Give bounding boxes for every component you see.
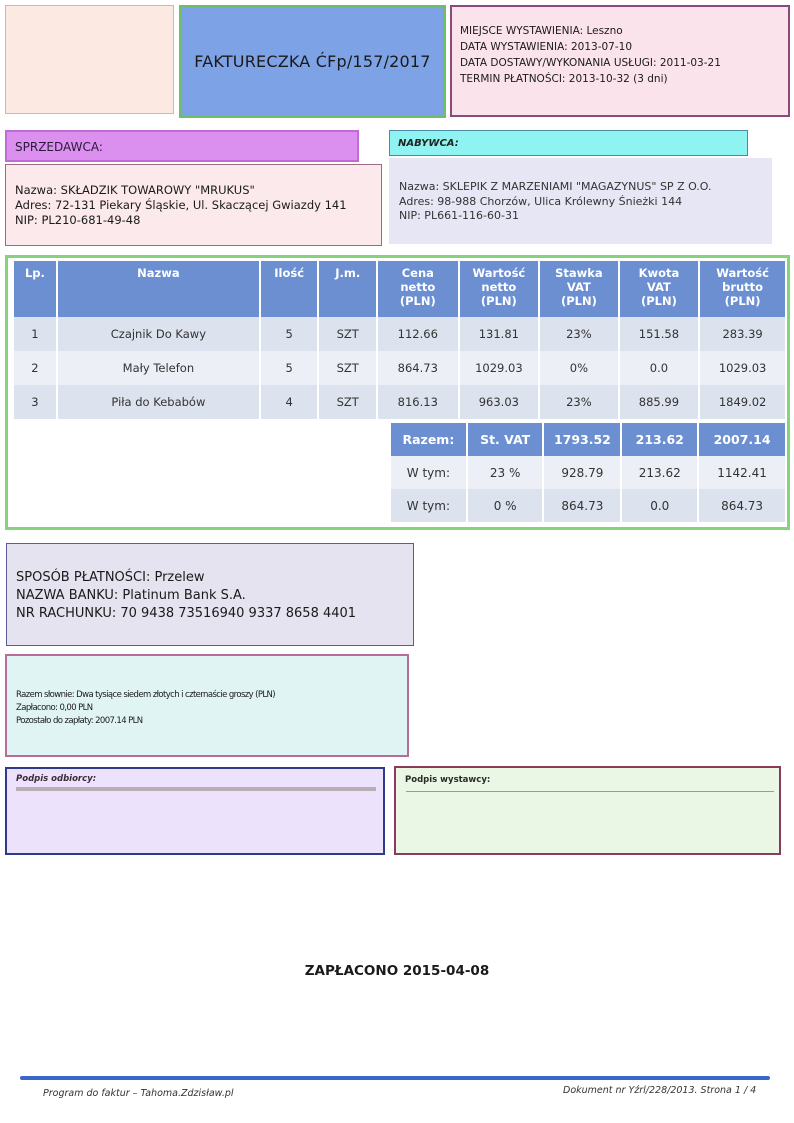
seller-heading: SPRZEDAWCA: — [5, 130, 359, 162]
summary-total-row: Razem: St. VAT 1793.52 213.62 2007.14 — [389, 423, 785, 456]
issuer-signature-line — [406, 791, 774, 792]
cell-vat-amount: 885.99 — [617, 385, 700, 419]
recipient-signature-label: Podpis odbiorcy: — [16, 774, 97, 784]
summary-label: Razem: — [389, 423, 467, 456]
recipient-signature-line — [16, 787, 376, 791]
header-qty: Ilość — [258, 261, 319, 317]
header-unit: J.m. — [317, 261, 378, 317]
table-row: 3 Piła do Kebabów 4 SZT 816.13 963.03 23… — [12, 385, 785, 419]
summary-vat-rate: 23 % — [465, 456, 544, 489]
cell-unit: SZT — [317, 351, 378, 385]
cell-name: Mały Telefon — [55, 351, 260, 385]
table-row: 2 Mały Telefon 5 SZT 864.73 1029.03 0% 0… — [12, 351, 785, 385]
header-name: Nazwa — [55, 261, 260, 317]
amount-in-words-box: Razem słownie: Dwa tysiące siedem złotyc… — [5, 654, 409, 757]
payment-due: TERMIN PŁATNOŚCI: 2013-10-32 (3 dni) — [460, 73, 668, 85]
cell-net-price: 112.66 — [376, 317, 459, 351]
cell-qty: 5 — [258, 351, 319, 385]
items-header-row: Lp. Nazwa Ilość J.m. Cena netto (PLN) Wart… — [12, 261, 785, 317]
cell-gross-value: 1029.03 — [698, 351, 785, 385]
summary-label: W tym: — [389, 456, 467, 489]
cell-vat-rate: 23% — [538, 317, 619, 351]
cell-net-price: 816.13 — [376, 385, 459, 419]
cell-vat-amount: 151.58 — [617, 317, 700, 351]
issuer-signature-label: Podpis wystawcy: — [405, 775, 491, 785]
cell-lp: 3 — [12, 385, 57, 419]
amount-in-words: Razem słownie: Dwa tysiące siedem złotyc… — [16, 690, 276, 700]
summary-row: W tym: 23 % 928.79 213.62 1142.41 — [389, 456, 785, 489]
cell-gross-value: 1849.02 — [698, 385, 785, 419]
summary-gross: 1142.41 — [697, 456, 785, 489]
issue-date: DATA WYSTAWIENIA: 2013-07-10 — [460, 41, 633, 53]
cell-net-price: 864.73 — [376, 351, 459, 385]
footer-document-number: Dokument nr Yźrl/228/2013. Strona 1 / 4 — [563, 1085, 757, 1096]
buyer-address: Adres: 98-988 Chorzów, Ulica Królewny Śn… — [399, 194, 683, 208]
buyer-nip: NIP: PL661-116-60-31 — [399, 209, 519, 222]
cell-name: Czajnik Do Kawy — [55, 317, 260, 351]
cell-unit: SZT — [317, 317, 378, 351]
bank-name: NAZWA BANKU: Platinum Bank S.A. — [16, 588, 246, 603]
cell-qty: 4 — [258, 385, 319, 419]
cell-net-value: 1029.03 — [457, 351, 540, 385]
buyer-heading: NABYWCA: — [389, 130, 748, 156]
issue-place: MIEJSCE WYSTAWIENIA: Leszno — [460, 25, 623, 37]
summary-vat: 0.0 — [620, 489, 699, 522]
header-gross-value: Wartość brutto (PLN) — [698, 261, 785, 317]
cell-net-value: 131.81 — [457, 317, 540, 351]
delivery-date: DATA DOSTAWY/WYKONANIA USŁUGI: 2011-03-2… — [460, 57, 721, 69]
header-vat-rate: Stawka VAT (PLN) — [538, 261, 619, 317]
issuer-signature-box: Podpis wystawcy: — [394, 766, 781, 855]
cell-vat-rate: 0% — [538, 351, 619, 385]
seller-details: Nazwa: SKŁADZIK TOWAROWY "MRUKUS" Adres:… — [5, 164, 382, 246]
cell-lp: 1 — [12, 317, 57, 351]
payment-method: SPOSÓB PŁATNOŚCI: Przelew — [16, 570, 205, 585]
seller-nip: NIP: PL210-681-49-48 — [15, 213, 141, 227]
summary-row: W tym: 0 % 864.73 0.0 864.73 — [389, 489, 785, 522]
logo-placeholder — [5, 5, 174, 114]
cell-qty: 5 — [258, 317, 319, 351]
summary-vat: 213.62 — [620, 456, 699, 489]
amount-paid: Zapłacono: 0,00 PLN — [16, 703, 93, 713]
summary-vat: 213.62 — [620, 423, 699, 456]
paid-stamp: ZAPŁACONO 2015-04-08 — [304, 963, 490, 979]
payment-details: SPOSÓB PŁATNOŚCI: Przelew NAZWA BANKU: P… — [6, 543, 414, 646]
cell-lp: 2 — [12, 351, 57, 385]
footer-program: Program do faktur – Tahoma.Zdzisław.pl — [43, 1088, 234, 1099]
buyer-name: Nazwa: SKLEPIK Z MARZENIAMI "MAGAZYNUS" … — [399, 180, 712, 193]
cell-vat-amount: 0.0 — [617, 351, 700, 385]
account-number: NR RACHUNKU: 70 9438 73516940 9337 8658 … — [16, 606, 357, 621]
header-net-value: Wartość netto (PLN) — [457, 261, 540, 317]
footer-divider — [20, 1076, 770, 1080]
invoice-title: FAKTURECZKA ĆFp/157/2017 — [194, 52, 431, 71]
cell-vat-rate: 23% — [538, 385, 619, 419]
seller-address: Adres: 72-131 Piekary Śląskie, Ul. Skacz… — [15, 198, 347, 212]
items-table: Lp. Nazwa Ilość J.m. Cena netto (PLN) Wart… — [12, 261, 785, 419]
header-net-price: Cena netto (PLN) — [376, 261, 459, 317]
cell-unit: SZT — [317, 385, 378, 419]
summary-net: 864.73 — [542, 489, 622, 522]
seller-name: Nazwa: SKŁADZIK TOWAROWY "MRUKUS" — [15, 183, 255, 197]
cell-name: Piła do Kebabów — [55, 385, 260, 419]
summary-net: 928.79 — [542, 456, 622, 489]
summary-label: W tym: — [389, 489, 467, 522]
header-vat-amount: Kwota VAT (PLN) — [617, 261, 700, 317]
buyer-details: Nazwa: SKLEPIK Z MARZENIAMI "MAGAZYNUS" … — [389, 158, 772, 244]
header-lp: Lp. — [12, 261, 57, 317]
table-row: 1 Czajnik Do Kawy 5 SZT 112.66 131.81 23… — [12, 317, 785, 351]
summary-net: 1793.52 — [542, 423, 622, 456]
summary-gross: 2007.14 — [697, 423, 785, 456]
amount-remaining: Pozostało do zapłaty: 2007.14 PLN — [16, 716, 143, 726]
items-section: Lp. Nazwa Ilość J.m. Cena netto (PLN) Wart… — [5, 255, 790, 530]
recipient-signature-box: Podpis odbiorcy: — [5, 767, 385, 855]
summary-table: Razem: St. VAT 1793.52 213.62 2007.14 W … — [389, 423, 785, 522]
summary-vat-rate: 0 % — [465, 489, 544, 522]
invoice-title-box: FAKTURECZKA ĆFp/157/2017 — [179, 5, 446, 118]
summary-gross: 864.73 — [697, 489, 785, 522]
summary-vat-rate: St. VAT — [465, 423, 544, 456]
cell-gross-value: 283.39 — [698, 317, 785, 351]
invoice-dates-box: MIEJSCE WYSTAWIENIA: Leszno DATA WYSTAWI… — [450, 5, 790, 117]
cell-net-value: 963.03 — [457, 385, 540, 419]
